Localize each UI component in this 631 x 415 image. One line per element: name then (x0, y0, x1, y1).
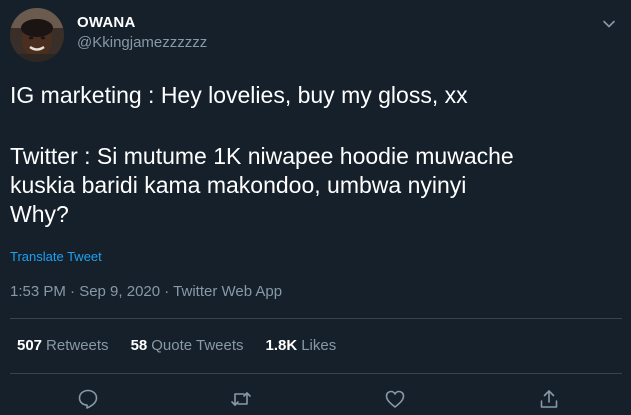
retweets-stat[interactable]: 507 Retweets (17, 336, 109, 356)
divider (10, 318, 622, 319)
likes-stat[interactable]: 1.8K Likes (266, 336, 337, 356)
tweet-stats: 507 Retweets 58 Quote Tweets 1.8K Likes (17, 336, 336, 356)
likes-count: 1.8K (265, 337, 298, 354)
avatar[interactable] (10, 8, 64, 62)
tweet-actions (0, 384, 631, 411)
tweet-text-line: Twitter : Si mutume 1K niwapee hoodie mu… (10, 143, 514, 169)
tweet-text-line: IG marketing : Hey lovelies, buy my glos… (10, 82, 468, 108)
divider (10, 373, 622, 374)
tweet-header: OWANA @Kkingjamezzzzzz (10, 8, 622, 64)
heart-icon[interactable] (384, 388, 406, 410)
tweet-text: IG marketing : Hey lovelies, buy my glos… (10, 81, 610, 229)
quotes-count: 58 (130, 337, 148, 354)
tweet-card: OWANA @Kkingjamezzzzzz IG marketing : He… (0, 0, 631, 411)
reply-icon[interactable] (77, 388, 99, 410)
share-icon[interactable] (538, 388, 560, 410)
likes-label: Likes (301, 337, 337, 354)
translate-tweet-link[interactable]: Translate Tweet (10, 249, 102, 264)
display-name[interactable]: OWANA (77, 13, 207, 33)
tweet-timestamp[interactable]: 1:53 PM · Sep 9, 2020 · Twitter Web App (10, 282, 282, 302)
tweet-text-line: Why? (10, 201, 69, 227)
retweets-count: 507 (17, 337, 43, 354)
retweets-label: Retweets (46, 337, 109, 354)
author-names: OWANA @Kkingjamezzzzzz (77, 13, 207, 53)
quotes-label: Quote Tweets (151, 337, 244, 354)
retweet-icon[interactable] (230, 388, 252, 410)
quote-tweets-stat[interactable]: 58 Quote Tweets (131, 336, 244, 356)
chevron-down-icon[interactable] (600, 15, 618, 33)
user-handle[interactable]: @Kkingjamezzzzzz (77, 33, 207, 53)
tweet-text-line: kuskia baridi kama makondoo, umbwa nyiny… (10, 172, 467, 198)
